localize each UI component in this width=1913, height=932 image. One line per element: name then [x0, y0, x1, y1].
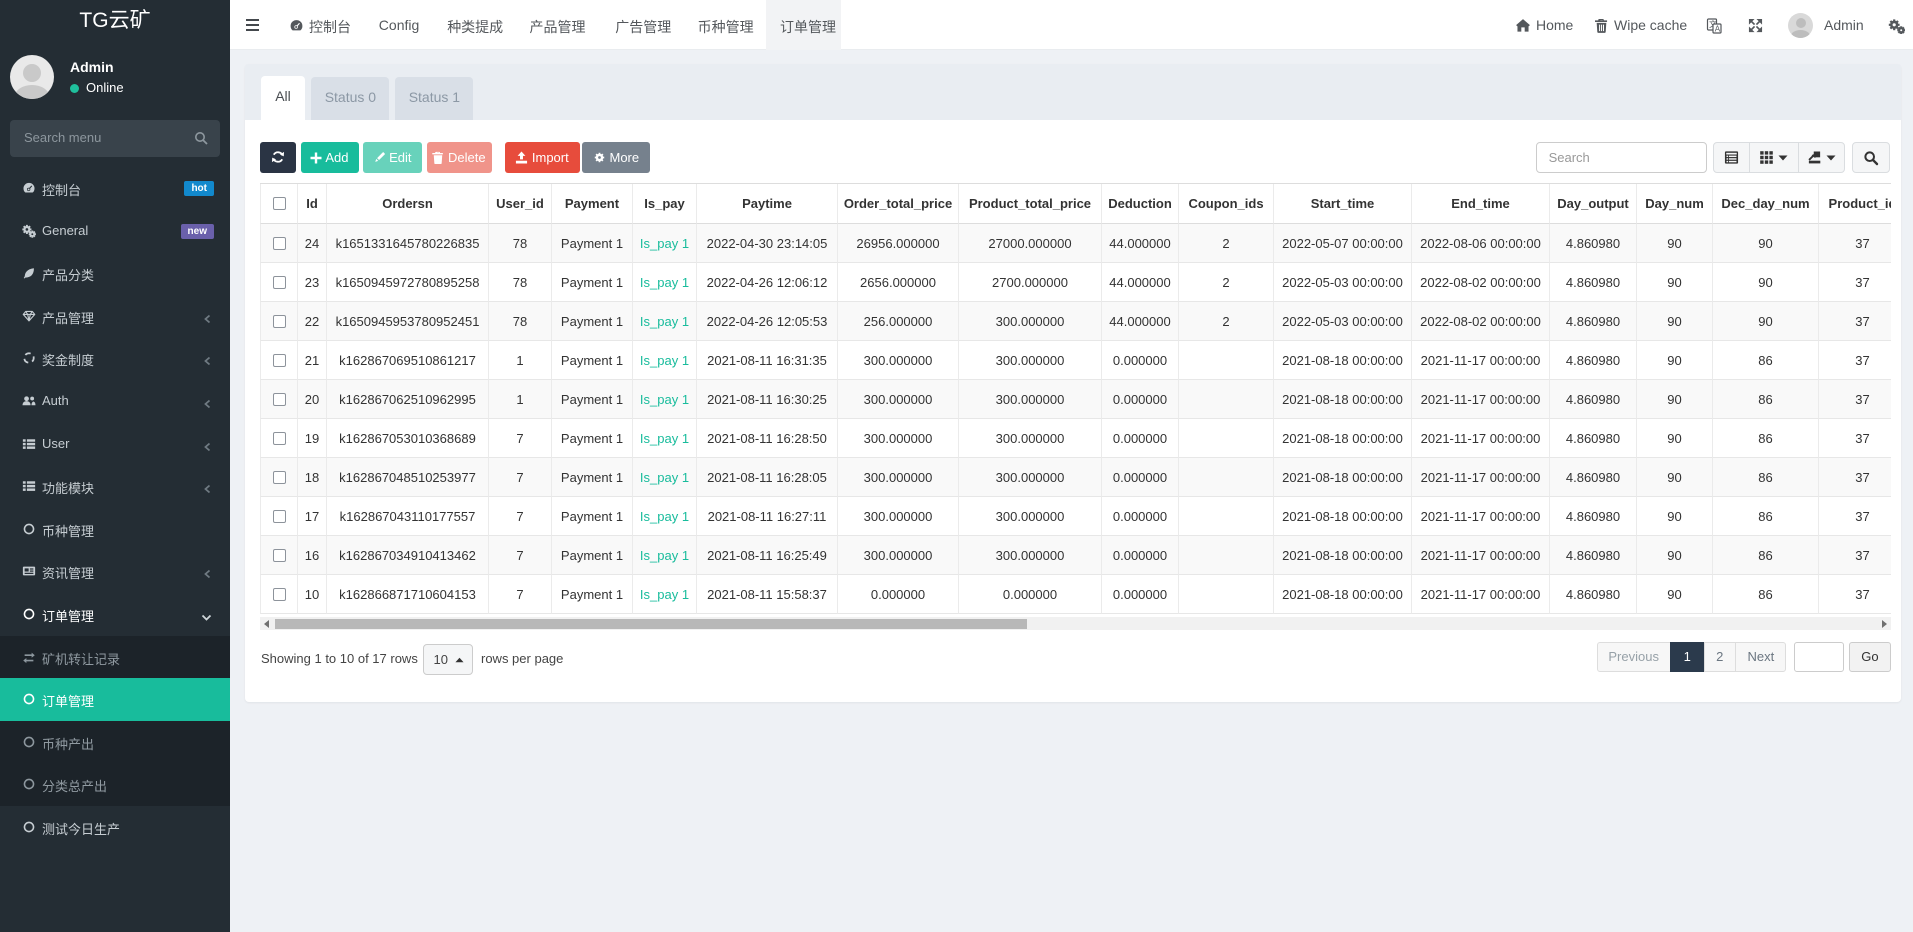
svg-text:A: A	[1715, 25, 1721, 34]
